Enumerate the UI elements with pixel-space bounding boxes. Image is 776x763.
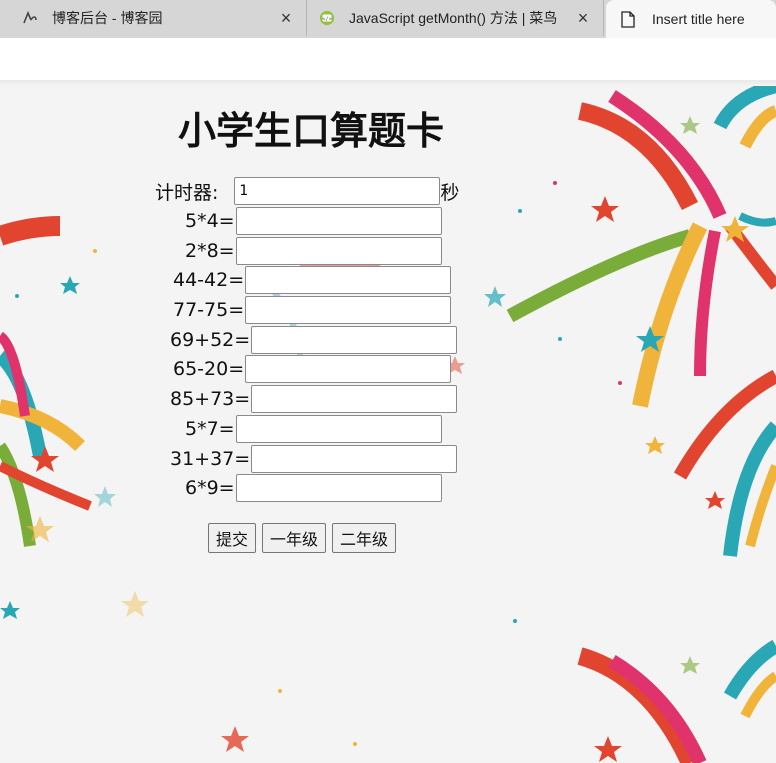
grade1-button[interactable]: 一年级 xyxy=(262,523,327,553)
svg-text:</>: </> xyxy=(322,17,332,23)
close-icon[interactable]: × xyxy=(278,9,294,27)
answer-input[interactable] xyxy=(251,385,458,413)
browser-toolbar xyxy=(0,38,776,81)
tab-insert-title[interactable]: Insert title here xyxy=(606,0,776,38)
timer-label: 计时器: xyxy=(155,181,219,204)
problem-row: 6*9= xyxy=(185,474,442,502)
problem-expression: 69+52= xyxy=(170,329,251,351)
cnblogs-icon xyxy=(22,10,38,26)
answer-input[interactable] xyxy=(245,355,452,383)
tab-title: JavaScript getMonth() 方法 | 菜鸟 xyxy=(349,10,558,26)
tab-runoob[interactable]: </> JavaScript getMonth() 方法 | 菜鸟 × xyxy=(307,0,604,36)
tab-title: 博客后台 - 博客园 xyxy=(52,10,163,26)
answer-input[interactable] xyxy=(235,474,442,502)
grade2-button[interactable]: 二年级 xyxy=(332,523,397,553)
problem-row: 65-20= xyxy=(173,355,452,383)
problem-expression: 85+73= xyxy=(170,388,251,410)
problem-row: 31+37= xyxy=(170,445,458,473)
problem-expression: 6*9= xyxy=(185,477,235,499)
answer-input[interactable] xyxy=(235,415,442,443)
problem-expression: 65-20= xyxy=(173,358,245,380)
problem-row: 77-75= xyxy=(173,296,452,324)
timer-field[interactable] xyxy=(234,177,441,205)
answer-input[interactable] xyxy=(245,266,452,294)
runoob-icon: </> xyxy=(319,10,335,26)
browser-tab-strip: 博客后台 - 博客园 × </> JavaScript getMonth() 方… xyxy=(0,0,776,38)
answer-input[interactable] xyxy=(251,445,458,473)
answer-input[interactable] xyxy=(235,237,442,265)
answer-input[interactable] xyxy=(235,207,442,235)
page-content: 小学生口算题卡 计时器: 秒 5*4= 2*8= 44-42= 77-75= 6… xyxy=(0,86,776,763)
answer-input[interactable] xyxy=(245,296,452,324)
problem-row: 5*7= xyxy=(185,415,442,443)
problem-expression: 77-75= xyxy=(173,299,245,321)
problem-row: 69+52= xyxy=(170,326,458,354)
page-title: 小学生口算题卡 xyxy=(177,109,444,153)
problem-row: 2*8= xyxy=(185,237,442,265)
problem-expression: 5*7= xyxy=(185,418,235,440)
problem-row: 85+73= xyxy=(170,385,458,413)
problem-expression: 44-42= xyxy=(173,269,245,291)
problem-expression: 5*4= xyxy=(185,210,235,232)
problem-row: 5*4= xyxy=(185,207,442,235)
close-icon[interactable]: × xyxy=(575,9,591,27)
answer-input[interactable] xyxy=(251,326,458,354)
problem-expression: 31+37= xyxy=(170,448,251,470)
timer-unit: 秒 xyxy=(440,181,460,204)
action-buttons: 提交 一年级 二年级 xyxy=(208,523,397,553)
timer-row: 计时器: 秒 xyxy=(155,177,459,205)
tab-cnblogs[interactable]: 博客后台 - 博客园 × xyxy=(8,0,307,36)
tab-title: Insert title here xyxy=(652,11,745,27)
problem-row: 44-42= xyxy=(173,266,452,294)
problem-expression: 2*8= xyxy=(185,240,235,262)
document-icon xyxy=(620,10,636,28)
submit-button[interactable]: 提交 xyxy=(208,523,257,553)
